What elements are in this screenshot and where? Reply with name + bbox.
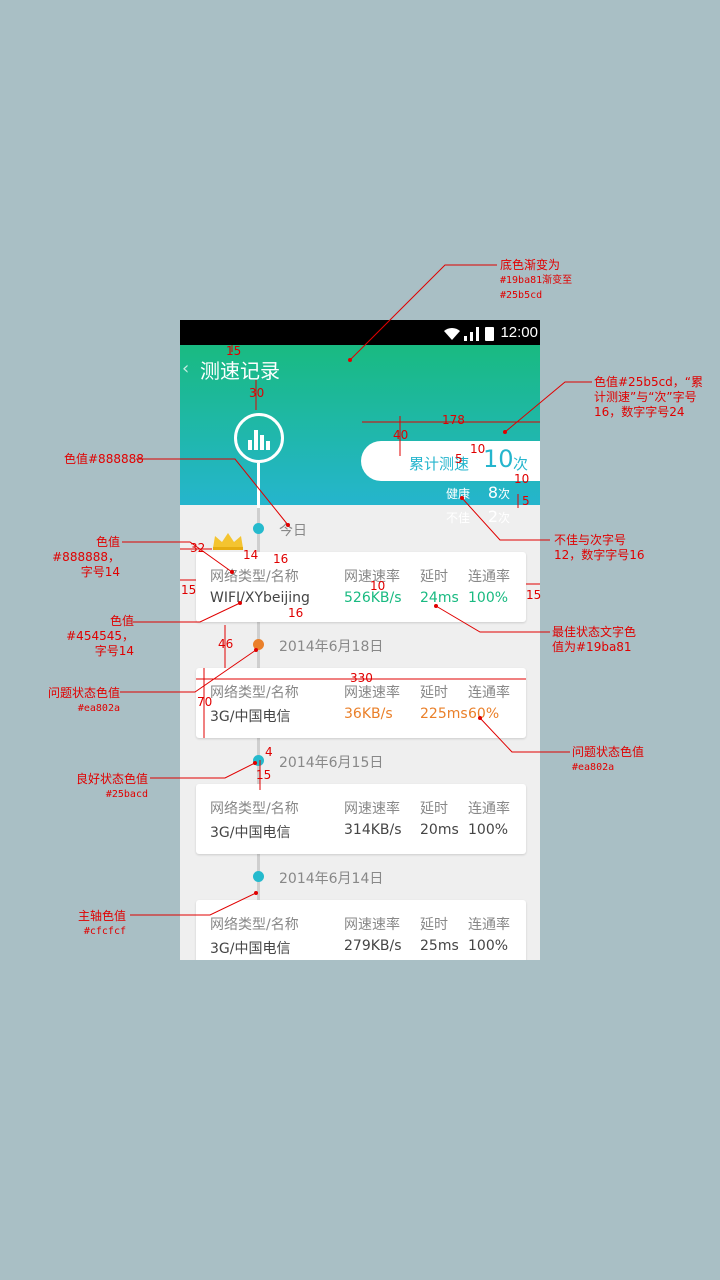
annotation-problem-text: 问题状态色值 #ea802a (572, 745, 645, 773)
annotation-stat-font: 不佳与次字号 12，数字字号16 (554, 533, 645, 562)
dimension-label: 10 (370, 579, 386, 593)
dimension-label: 178 (442, 413, 465, 427)
annotation-best-color: 最佳状态文字色 值为#19ba81 (552, 625, 637, 654)
annotation-color-888: 色值#888888 (64, 452, 144, 466)
dimension-label: 70 (197, 695, 213, 709)
annotation-date-color: 色值#888888， 字号14 (52, 535, 120, 579)
dimension-label: 30 (249, 386, 265, 400)
dimension-label: 10 (514, 472, 530, 486)
dimension-label: 10 (470, 442, 486, 456)
annotation-problem-dot: 问题状态色值 #ea802a (47, 686, 120, 714)
dimension-label: 14 (243, 548, 259, 562)
dimension-label: 16 (273, 552, 289, 566)
annotation-axis-color: 主轴色值 #cfcfcf (77, 909, 126, 937)
dimension-label: 4 (265, 745, 273, 759)
annotation-bg-gradient: 底色渐变为 #19ba81渐变至 #25b5cd (500, 258, 573, 301)
dimension-label: 15 (226, 344, 242, 358)
annotation-summary-color: 色值#25b5cd，“累 计测速”与“次”字号 16，数字字号24 (594, 375, 704, 419)
dimension-label: 330 (350, 671, 373, 685)
dimension-label: 15 (181, 583, 197, 597)
dimension-label: 15 (256, 768, 272, 782)
dimension-label: 5 (522, 494, 530, 508)
dimension-label: 32 (190, 541, 206, 555)
dimension-label: 46 (218, 637, 234, 651)
annotation-good-dot: 良好状态色值 #25bacd (75, 772, 148, 800)
dimension-label: 16 (288, 606, 304, 620)
annotation-value-color: 色值#454545， 字号14 (66, 614, 134, 658)
dimension-label: 5 (455, 452, 463, 466)
dimension-label: 40 (393, 428, 409, 442)
dimension-label: 15 (526, 588, 542, 602)
